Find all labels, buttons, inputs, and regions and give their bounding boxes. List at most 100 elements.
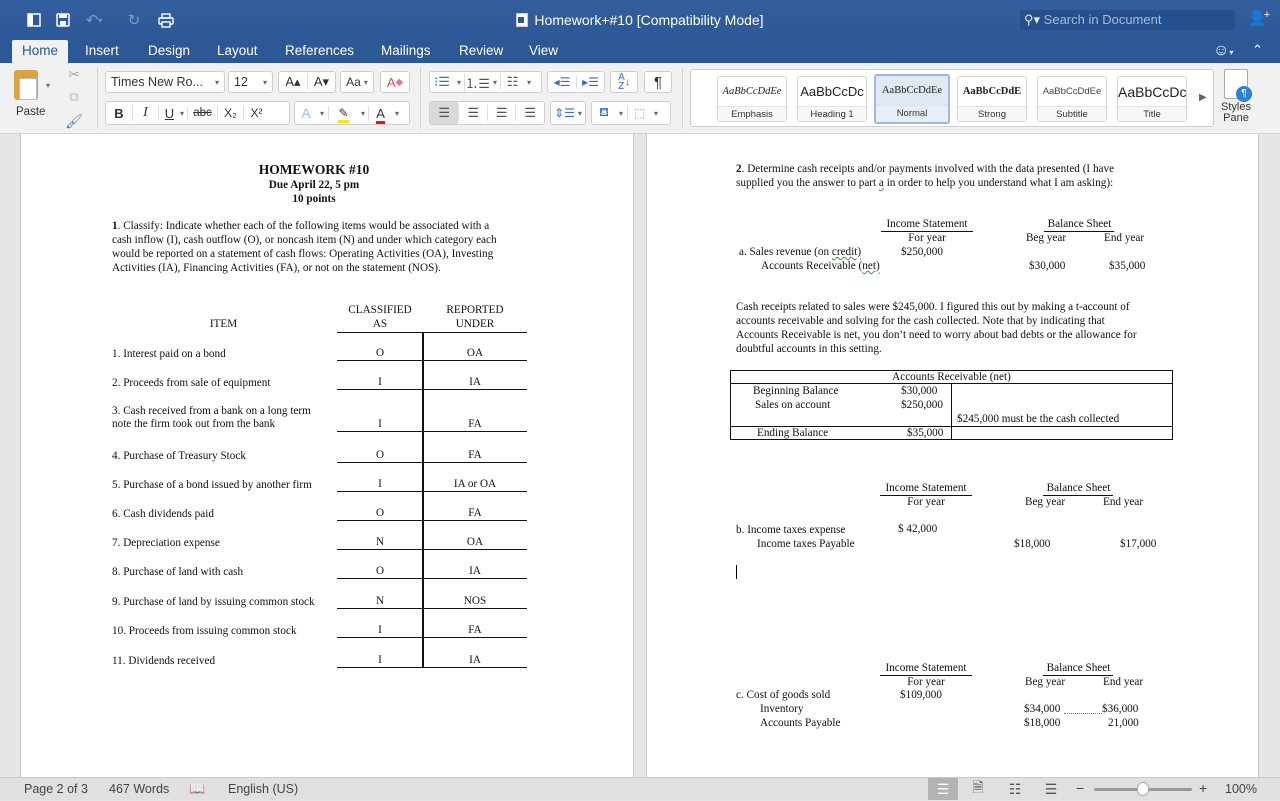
sort-button[interactable]: A Z ↓	[610, 71, 638, 93]
tab-view[interactable]: View	[519, 40, 568, 63]
q1-text-line: Activities (IA), Financing Activities (F…	[112, 262, 441, 274]
copy-icon[interactable]: ⧉	[66, 89, 82, 105]
search-input[interactable]: ⚲▾ Search in Document	[1020, 10, 1235, 30]
font-color-button[interactable]: A	[368, 105, 392, 124]
styles-next-arrow-icon[interactable]: ▶	[1199, 92, 1207, 103]
tab-mailings[interactable]: Mailings	[371, 40, 441, 63]
bullets-button[interactable]: ⁝☰	[430, 74, 454, 90]
tab-layout[interactable]: Layout	[207, 40, 268, 63]
classified-header: CLASSIFIED	[348, 304, 412, 316]
borders-button[interactable]: ⬚	[627, 106, 651, 120]
numbering-button[interactable]: ⒈☰	[464, 72, 490, 92]
justify-button[interactable]: ☰	[515, 105, 544, 121]
highlight-color-button[interactable]: ✎	[328, 106, 358, 123]
shrink-font-button[interactable]: A▾	[306, 74, 335, 90]
clipboard-icon	[14, 70, 38, 100]
language[interactable]: English (US)	[228, 782, 298, 796]
show-formatting-button[interactable]: ¶	[644, 71, 672, 93]
style-sample: AaBbCcDc	[798, 77, 866, 107]
clear-formatting-icon[interactable]: A ◆	[380, 71, 410, 93]
t-account-label: Sales on account	[755, 399, 831, 411]
end-year-header: End year	[1104, 232, 1145, 244]
style-title[interactable]: AaBbCcDc Title	[1117, 76, 1187, 122]
draft-view-button[interactable]: ☰	[1036, 778, 1066, 800]
style-subtitle[interactable]: AaBbCcDdEe Subtitle	[1037, 76, 1107, 122]
underline-button[interactable]: U	[158, 105, 180, 121]
style-sample: AaBbCcDdEe	[718, 77, 786, 107]
underline-dropdown-icon[interactable]: ▾	[180, 109, 184, 118]
font-name-select[interactable]: Times New Ro... ▾	[105, 71, 225, 93]
web-layout-view-button[interactable]: 🗎	[963, 778, 993, 800]
status-bar: Page 2 of 3 467 Words 📖 English (US) ☰ 🗎…	[0, 777, 1280, 800]
sidebar-toggle-icon[interactable]	[24, 10, 44, 30]
page-2[interactable]: 2. Determine cash receipts and/or paymen…	[646, 134, 1259, 777]
row-classified: I	[378, 654, 382, 666]
save-icon[interactable]	[53, 10, 73, 30]
paste-dropdown-icon[interactable]: ▾	[46, 81, 50, 90]
cut-icon[interactable]: ✂	[66, 66, 82, 82]
style-normal[interactable]: AaBbCcDdEe Normal	[874, 74, 950, 124]
undo-icon[interactable]: ↶ ▾	[84, 10, 104, 30]
part-a-label: Accounts Receivable (	[761, 260, 863, 272]
zoom-level[interactable]: 100%	[1225, 782, 1257, 796]
strikethrough-button[interactable]: abc	[187, 107, 217, 119]
shading-button[interactable]: ⛾	[592, 105, 616, 121]
proofing-icon[interactable]: 📖	[189, 781, 205, 797]
page-count[interactable]: Page 2 of 3	[24, 782, 88, 796]
chevron-down-icon[interactable]: ▾	[493, 78, 497, 87]
tab-insert[interactable]: Insert	[75, 40, 129, 63]
print-layout-view-button[interactable]: ☰	[928, 778, 958, 800]
balance-sheet-header: Balance Sheet	[1047, 218, 1112, 230]
chevron-down-icon[interactable]: ▾	[320, 109, 324, 118]
row-rule	[337, 608, 527, 609]
subscript-button[interactable]: X₂	[217, 106, 243, 120]
print-icon[interactable]	[156, 10, 176, 30]
tab-references[interactable]: References	[275, 40, 364, 63]
line-spacing-button[interactable]: ⇕☰ ▾	[550, 101, 586, 125]
decrease-indent-button[interactable]: ◂☰	[548, 75, 576, 89]
chevron-down-icon[interactable]: ▾	[654, 109, 658, 118]
word-count[interactable]: 467 Words	[109, 782, 169, 796]
style-emphasis[interactable]: AaBbCcDdEe Emphasis	[717, 76, 787, 122]
increase-indent-button[interactable]: ▸☰	[575, 75, 604, 89]
zoom-slider-thumb[interactable]	[1137, 782, 1149, 796]
part-a-label: net)	[862, 260, 880, 272]
tab-design[interactable]: Design	[138, 40, 200, 63]
outline-view-button[interactable]: ☷	[1000, 778, 1030, 800]
superscript-button[interactable]: X²	[243, 106, 269, 120]
align-right-button[interactable]: ☰	[486, 105, 516, 121]
grow-font-button[interactable]: A▴	[279, 74, 307, 90]
part-a-beg-value: $30,000	[1029, 260, 1066, 272]
style-heading-1[interactable]: AaBbCcDc Heading 1	[797, 76, 867, 122]
row-item: 6. Cash dividends paid	[112, 508, 214, 520]
multilevel-list-button[interactable]: ☷	[500, 74, 524, 90]
page-1[interactable]: HOMEWORK #10 Due April 22, 5 pm 10 point…	[20, 134, 634, 777]
align-center-button[interactable]: ☰	[458, 105, 487, 121]
chevron-down-icon[interactable]: ▾	[619, 109, 623, 118]
tab-home[interactable]: Home	[12, 40, 69, 63]
chevron-down-icon[interactable]: ▾	[361, 109, 365, 118]
document-area[interactable]: HOMEWORK #10 Due April 22, 5 pm 10 point…	[0, 134, 1280, 777]
style-strong[interactable]: AaBbCcDdE Strong	[957, 76, 1027, 122]
row-rule	[337, 667, 527, 668]
text-effects-button[interactable]: A	[295, 105, 317, 121]
bold-button[interactable]: B	[106, 106, 132, 121]
italic-button[interactable]: I	[132, 105, 158, 121]
collapse-ribbon-icon[interactable]: ⌃	[1252, 42, 1263, 58]
chevron-down-icon[interactable]: ▾	[527, 78, 531, 87]
format-painter-icon[interactable]: 🖌	[65, 112, 83, 130]
row-rule	[337, 578, 527, 579]
chevron-down-icon[interactable]: ▾	[457, 78, 461, 87]
share-icon[interactable]: 👤+	[1248, 9, 1273, 27]
align-left-button[interactable]: ☰	[430, 102, 459, 124]
feedback-smiley-icon[interactable]: ☺▾	[1213, 42, 1233, 60]
zoom-out-button[interactable]: −	[1076, 780, 1084, 796]
tab-review[interactable]: Review	[449, 40, 513, 63]
zoom-in-button[interactable]: +	[1199, 780, 1207, 796]
font-size-select[interactable]: 12 ▾	[228, 71, 273, 93]
styles-pane-button[interactable]: Styles Pane	[1218, 69, 1254, 131]
redo-icon[interactable]: ↻	[124, 10, 144, 30]
chevron-down-icon[interactable]: ▾	[395, 109, 399, 118]
change-case-button[interactable]: Aa ▾	[340, 71, 374, 93]
t-account-value: $30,000	[901, 385, 938, 397]
